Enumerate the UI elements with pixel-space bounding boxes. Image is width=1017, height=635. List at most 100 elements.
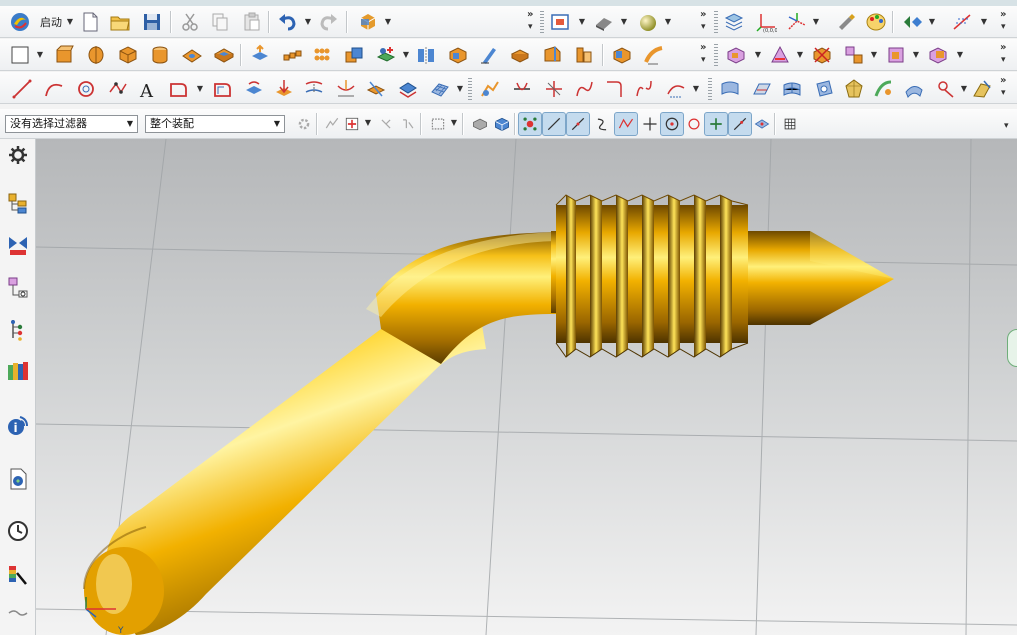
block-icon[interactable] [116, 43, 140, 67]
toolbar-overflow-icon-4[interactable]: » [700, 42, 707, 53]
edit-curve-parameter-icon[interactable] [664, 77, 688, 101]
select-body-icon[interactable] [468, 112, 492, 136]
history-palette-icon[interactable] [4, 465, 32, 493]
system-materials-icon[interactable] [4, 561, 32, 589]
snap-intersection-icon[interactable] [614, 112, 638, 136]
trimmed-sheet-icon[interactable] [970, 77, 994, 101]
curve-reverse-icon[interactable] [572, 77, 596, 101]
snap-quadrant-icon[interactable] [682, 112, 706, 136]
wcs-dropdown-caret[interactable]: ▼ [812, 17, 820, 27]
snap-point-on-face-icon[interactable] [750, 112, 774, 136]
edit-object-display-icon[interactable] [834, 10, 858, 34]
offset-face-icon[interactable] [248, 43, 272, 67]
edit-curve-dropdown-caret[interactable]: ▼ [692, 84, 700, 94]
history-clock-icon[interactable] [4, 517, 32, 545]
section-curve-icon[interactable] [364, 77, 388, 101]
curve-length-icon[interactable] [510, 77, 534, 101]
hole-icon[interactable] [180, 43, 204, 67]
curve-intersect-icon[interactable] [542, 77, 566, 101]
surface-dropdown-caret[interactable]: ▼ [456, 84, 464, 94]
snap-perpendicular-icon[interactable] [638, 112, 662, 136]
selection-filter-dropdown[interactable]: 没有选择过滤器 ▼ [5, 115, 138, 133]
toolbar-overflow-icon-2[interactable]: » [700, 9, 707, 20]
assembly-component-icon[interactable] [724, 43, 748, 67]
start-menu-icon[interactable] [8, 10, 32, 34]
text-icon[interactable]: A [136, 77, 160, 101]
snap-line-icon[interactable] [542, 112, 566, 136]
explode-dropdown-caret[interactable]: ▼ [956, 50, 964, 60]
face-blend-icon[interactable] [872, 77, 896, 101]
render-dropdown-caret[interactable]: ▼ [664, 17, 672, 27]
orient-view-icon[interactable] [592, 10, 616, 34]
rectangle-select-icon[interactable] [426, 112, 450, 136]
grid-display-icon[interactable] [778, 112, 802, 136]
edge-blend-icon[interactable] [508, 43, 532, 67]
snap-existing-point-icon[interactable] [704, 112, 728, 136]
through-curve-mesh-icon[interactable] [780, 77, 804, 101]
roles-icon[interactable] [4, 599, 32, 627]
curve-dropdown-caret[interactable]: ▼ [196, 84, 204, 94]
sketch-icon[interactable] [8, 43, 32, 67]
model-view-dropdown-caret[interactable]: ▼ [384, 17, 392, 27]
chamfer-icon[interactable] [540, 43, 564, 67]
mesh-surface-icon[interactable] [428, 77, 452, 101]
pattern-dropdown-caret[interactable]: ▼ [870, 50, 878, 60]
show-hide-dropdown-caret[interactable]: ▼ [928, 17, 936, 27]
resource-bar-settings-gear-icon[interactable] [4, 141, 32, 169]
orient-view-dropdown-caret[interactable]: ▼ [620, 17, 628, 27]
select-feature-icon[interactable] [340, 112, 364, 136]
assembly-scope-dropdown[interactable]: 整个装配 ▼ [145, 115, 285, 133]
divide-curve-icon[interactable] [632, 77, 656, 101]
selection-bar-overflow-icon[interactable]: ▾ [1004, 121, 1009, 131]
snap-arc-center-icon[interactable] [660, 112, 684, 136]
wcs-orient-icon[interactable] [784, 10, 808, 34]
part-navigator-icon[interactable] [4, 273, 32, 301]
grid-dropdown-caret[interactable]: ▼ [980, 17, 988, 27]
arc-icon[interactable] [42, 77, 66, 101]
constraint-dropdown-caret[interactable]: ▼ [796, 50, 804, 60]
constraint-navigator-icon[interactable] [4, 231, 32, 259]
sweep-icon[interactable] [642, 43, 666, 67]
cylinder-icon[interactable] [148, 43, 172, 67]
model-view-icon[interactable] [356, 10, 380, 34]
toolbar-overflow-icon-3[interactable]: » [1000, 9, 1007, 20]
bridge-curve-icon[interactable] [334, 77, 358, 101]
hd3d-tools-icon[interactable] [4, 357, 32, 385]
model-tip-shank[interactable] [748, 231, 810, 325]
reuse-library-icon[interactable] [4, 315, 32, 343]
extension-surface-icon[interactable] [902, 77, 926, 101]
studio-surface-icon[interactable] [718, 77, 742, 101]
extract-curve-icon[interactable] [396, 77, 420, 101]
deselect-icon[interactable] [374, 112, 398, 136]
sketch-dropdown-caret[interactable]: ▼ [36, 50, 44, 60]
toolbar-overflow-icon-5[interactable]: » [1000, 42, 1007, 53]
snap-midpoint-icon[interactable] [566, 112, 590, 136]
offset-curve-icon[interactable] [210, 77, 234, 101]
layer-settings-icon[interactable] [722, 10, 746, 34]
select-mode-dropdown-caret[interactable]: ▼ [450, 118, 458, 128]
polygon-icon[interactable] [166, 77, 190, 101]
fit-view-dropdown-caret[interactable]: ▼ [578, 17, 586, 27]
undo-icon[interactable] [276, 10, 300, 34]
snap-control-point-icon[interactable] [590, 112, 614, 136]
offset-surface-icon[interactable] [934, 77, 958, 101]
pattern-face-icon[interactable] [310, 43, 334, 67]
assembly-dropdown-caret[interactable]: ▼ [754, 50, 762, 60]
start-dropdown-caret[interactable]: ▼ [66, 17, 74, 27]
component-pattern-icon[interactable] [842, 43, 866, 67]
datum-plane-icon[interactable] [374, 43, 398, 67]
start-menu-label[interactable]: 启动 [40, 14, 62, 30]
intersection-curve-icon[interactable] [272, 77, 296, 101]
shaded-render-icon[interactable] [636, 10, 660, 34]
combined-curve-icon[interactable] [302, 77, 326, 101]
select-all-icon[interactable] [396, 112, 420, 136]
color-palette-icon[interactable] [864, 10, 888, 34]
select-feature-dropdown-caret[interactable]: ▼ [364, 118, 372, 128]
toolbar-overflow-icon-6[interactable]: » [1000, 75, 1007, 86]
exploded-view-icon[interactable] [926, 43, 950, 67]
snap-endpoint-icon[interactable] [518, 112, 542, 136]
surface-edit-dropdown-caret[interactable]: ▼ [960, 84, 968, 94]
new-file-icon[interactable] [78, 10, 102, 34]
swept-surface-icon[interactable] [812, 77, 836, 101]
mirror-icon[interactable] [414, 43, 438, 67]
